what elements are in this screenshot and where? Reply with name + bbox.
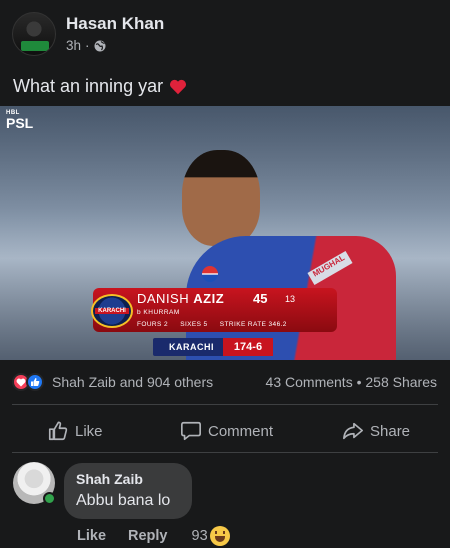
red-heart-emoji-icon xyxy=(170,79,187,94)
comment-reaction-count: 93 xyxy=(191,528,208,544)
psl-logo: HBL PSL xyxy=(6,110,34,132)
post-header: Hasan Khan 3h · xyxy=(0,0,450,70)
post-time[interactable]: 3h xyxy=(66,38,81,53)
laughing-emoji-icon xyxy=(209,526,230,546)
comment-reply-button[interactable]: Reply xyxy=(128,528,168,544)
comments-count[interactable]: 43 Comments xyxy=(266,374,353,390)
comment-bubble[interactable]: Shah Zaib Abbu bana lo xyxy=(64,463,192,519)
post-text: What an inning yar xyxy=(13,76,187,97)
comment-share-counts: 43 Comments • 258 Shares xyxy=(265,374,437,390)
like-button[interactable]: Like xyxy=(47,420,103,442)
post-meta: 3h · xyxy=(66,38,106,53)
batsman-balls: 13 xyxy=(285,294,296,304)
comment-like-button[interactable]: Like xyxy=(77,528,106,544)
author-avatar[interactable] xyxy=(12,12,56,56)
divider xyxy=(12,404,438,405)
post-author-name[interactable]: Hasan Khan xyxy=(66,14,164,34)
meta-separator: · xyxy=(85,38,90,53)
pepsi-logo-icon xyxy=(202,266,218,282)
share-button[interactable]: Share xyxy=(342,420,410,442)
commenter-name[interactable]: Shah Zaib xyxy=(76,471,180,487)
comment-button[interactable]: Comment xyxy=(180,420,273,442)
comment-reactions[interactable]: 93 xyxy=(192,526,230,546)
batsman-runs: 45 xyxy=(253,291,268,306)
reaction-icons[interactable] xyxy=(12,373,48,391)
team-score-bar: KARACHI 174-6 xyxy=(153,338,273,356)
karachi-kings-logo-icon: KARACHI xyxy=(91,294,133,328)
online-status-indicator xyxy=(43,492,56,505)
reactors-text[interactable]: Shah Zaib and 904 others xyxy=(52,374,213,390)
post-caption: What an inning yar xyxy=(13,76,164,96)
divider xyxy=(12,452,438,453)
comment-text: Abbu bana lo xyxy=(76,492,171,509)
post-image[interactable]: HBL PSL MUGHAL KARACHI DANISH AZIZ 45 13… xyxy=(0,106,450,360)
shares-count[interactable]: 258 Shares xyxy=(365,374,437,390)
globe-icon xyxy=(94,40,106,51)
batsman-name: DANISH AZIZ xyxy=(137,291,225,306)
share-arrow-icon xyxy=(343,422,363,440)
comment-actions: Like Reply 93 xyxy=(77,526,230,546)
engagement-summary: Shah Zaib and 904 others 43 Comments • 2… xyxy=(0,368,450,396)
thumbs-up-icon xyxy=(48,421,68,441)
dismissal-info: b KHURRAM xyxy=(137,309,180,316)
post-actions: Like Comment Share xyxy=(0,412,450,452)
like-reaction-icon xyxy=(26,373,44,391)
batting-stats: FOURS 2 SIXES 5 STRIKE RATE 346.2 xyxy=(137,321,287,328)
scorecard-overlay: KARACHI DANISH AZIZ 45 13 b KHURRAM FOUR… xyxy=(91,288,337,332)
comment-icon xyxy=(181,421,201,441)
